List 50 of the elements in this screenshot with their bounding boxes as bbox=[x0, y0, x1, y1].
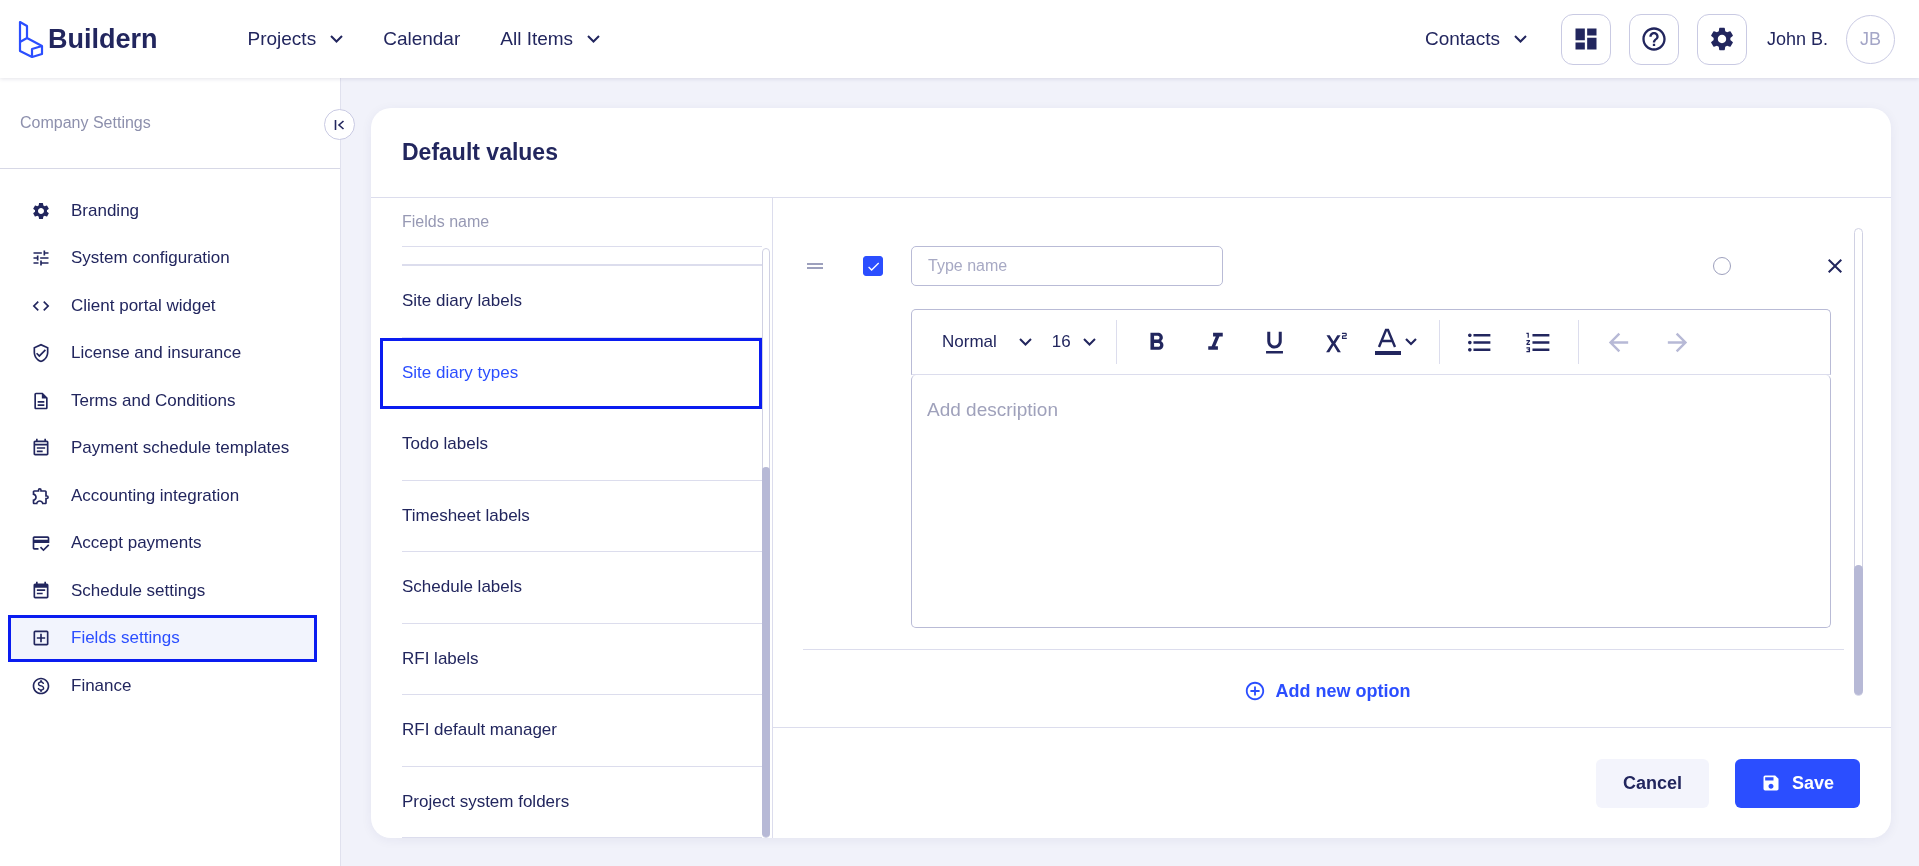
calendar-icon bbox=[31, 438, 51, 459]
document-icon bbox=[31, 390, 51, 411]
contacts-menu[interactable]: Contacts bbox=[1424, 28, 1527, 50]
collapse-icon bbox=[334, 118, 345, 131]
card-check-icon bbox=[31, 533, 51, 554]
sidebar-item[interactable]: Schedule settings bbox=[8, 567, 317, 615]
add-option-button[interactable]: Add new option bbox=[1243, 680, 1411, 702]
font-size-dropdown[interactable]: 16 bbox=[1041, 332, 1106, 352]
text-style-dropdown[interactable]: Normal bbox=[932, 332, 1042, 352]
logo-icon bbox=[18, 20, 44, 58]
help-icon bbox=[1639, 25, 1668, 53]
sidebar-item[interactable]: Branding bbox=[8, 187, 317, 235]
calendar-icon bbox=[31, 580, 51, 601]
field-list-item[interactable]: Site diary labels bbox=[402, 266, 762, 338]
sidebar-item[interactable]: Terms and Conditions bbox=[8, 377, 317, 425]
sidebar-item[interactable]: Client portal widget bbox=[8, 282, 317, 330]
help-button[interactable] bbox=[1628, 13, 1679, 65]
user-name: John B. bbox=[1766, 28, 1828, 50]
description-input-field[interactable]: Add description bbox=[911, 375, 1831, 628]
chevron-down-icon bbox=[1018, 338, 1032, 346]
name-input-field[interactable]: Type name bbox=[911, 246, 1223, 286]
nav-link[interactable]: Projects bbox=[247, 28, 344, 50]
checkbox[interactable] bbox=[863, 256, 883, 276]
chevron-down-icon bbox=[1082, 338, 1096, 346]
nav-link[interactable]: All Items bbox=[500, 28, 601, 50]
card-title: Default values bbox=[371, 108, 1891, 198]
add-box-icon bbox=[31, 628, 51, 649]
field-list-item[interactable]: Site diary types bbox=[380, 337, 762, 409]
sidebar-item[interactable]: System configuration bbox=[8, 234, 317, 282]
text-color-icon bbox=[1372, 327, 1419, 357]
settings-button[interactable] bbox=[1696, 13, 1747, 65]
nav-link[interactable]: Calendar bbox=[383, 28, 461, 50]
save-button[interactable]: Save bbox=[1734, 758, 1860, 808]
shield-document-icon bbox=[31, 343, 51, 364]
sidebar-item[interactable]: Finance bbox=[8, 662, 317, 710]
field-list-item[interactable]: Todo labels bbox=[402, 409, 762, 481]
column-header: Fields name bbox=[402, 198, 762, 247]
dollar-coin-icon bbox=[31, 675, 51, 696]
sidebar-item[interactable]: License and insurance bbox=[8, 329, 317, 377]
layout-button[interactable] bbox=[1560, 13, 1611, 65]
cancel-button[interactable]: Cancel bbox=[1595, 758, 1709, 808]
sliders-icon bbox=[31, 248, 51, 269]
collapse-sidebar-button[interactable] bbox=[324, 109, 355, 140]
sidebar-item[interactable]: Payment schedule templates bbox=[8, 424, 317, 472]
gear-icon bbox=[31, 200, 51, 221]
sidebar-item[interactable]: Accounting integration bbox=[8, 472, 317, 520]
logo-text: Buildern bbox=[48, 23, 158, 55]
sidebar-item[interactable]: Accept payments bbox=[8, 519, 317, 567]
puzzle-icon bbox=[31, 485, 51, 506]
sidebar-item[interactable]: Fields settings bbox=[8, 614, 317, 662]
